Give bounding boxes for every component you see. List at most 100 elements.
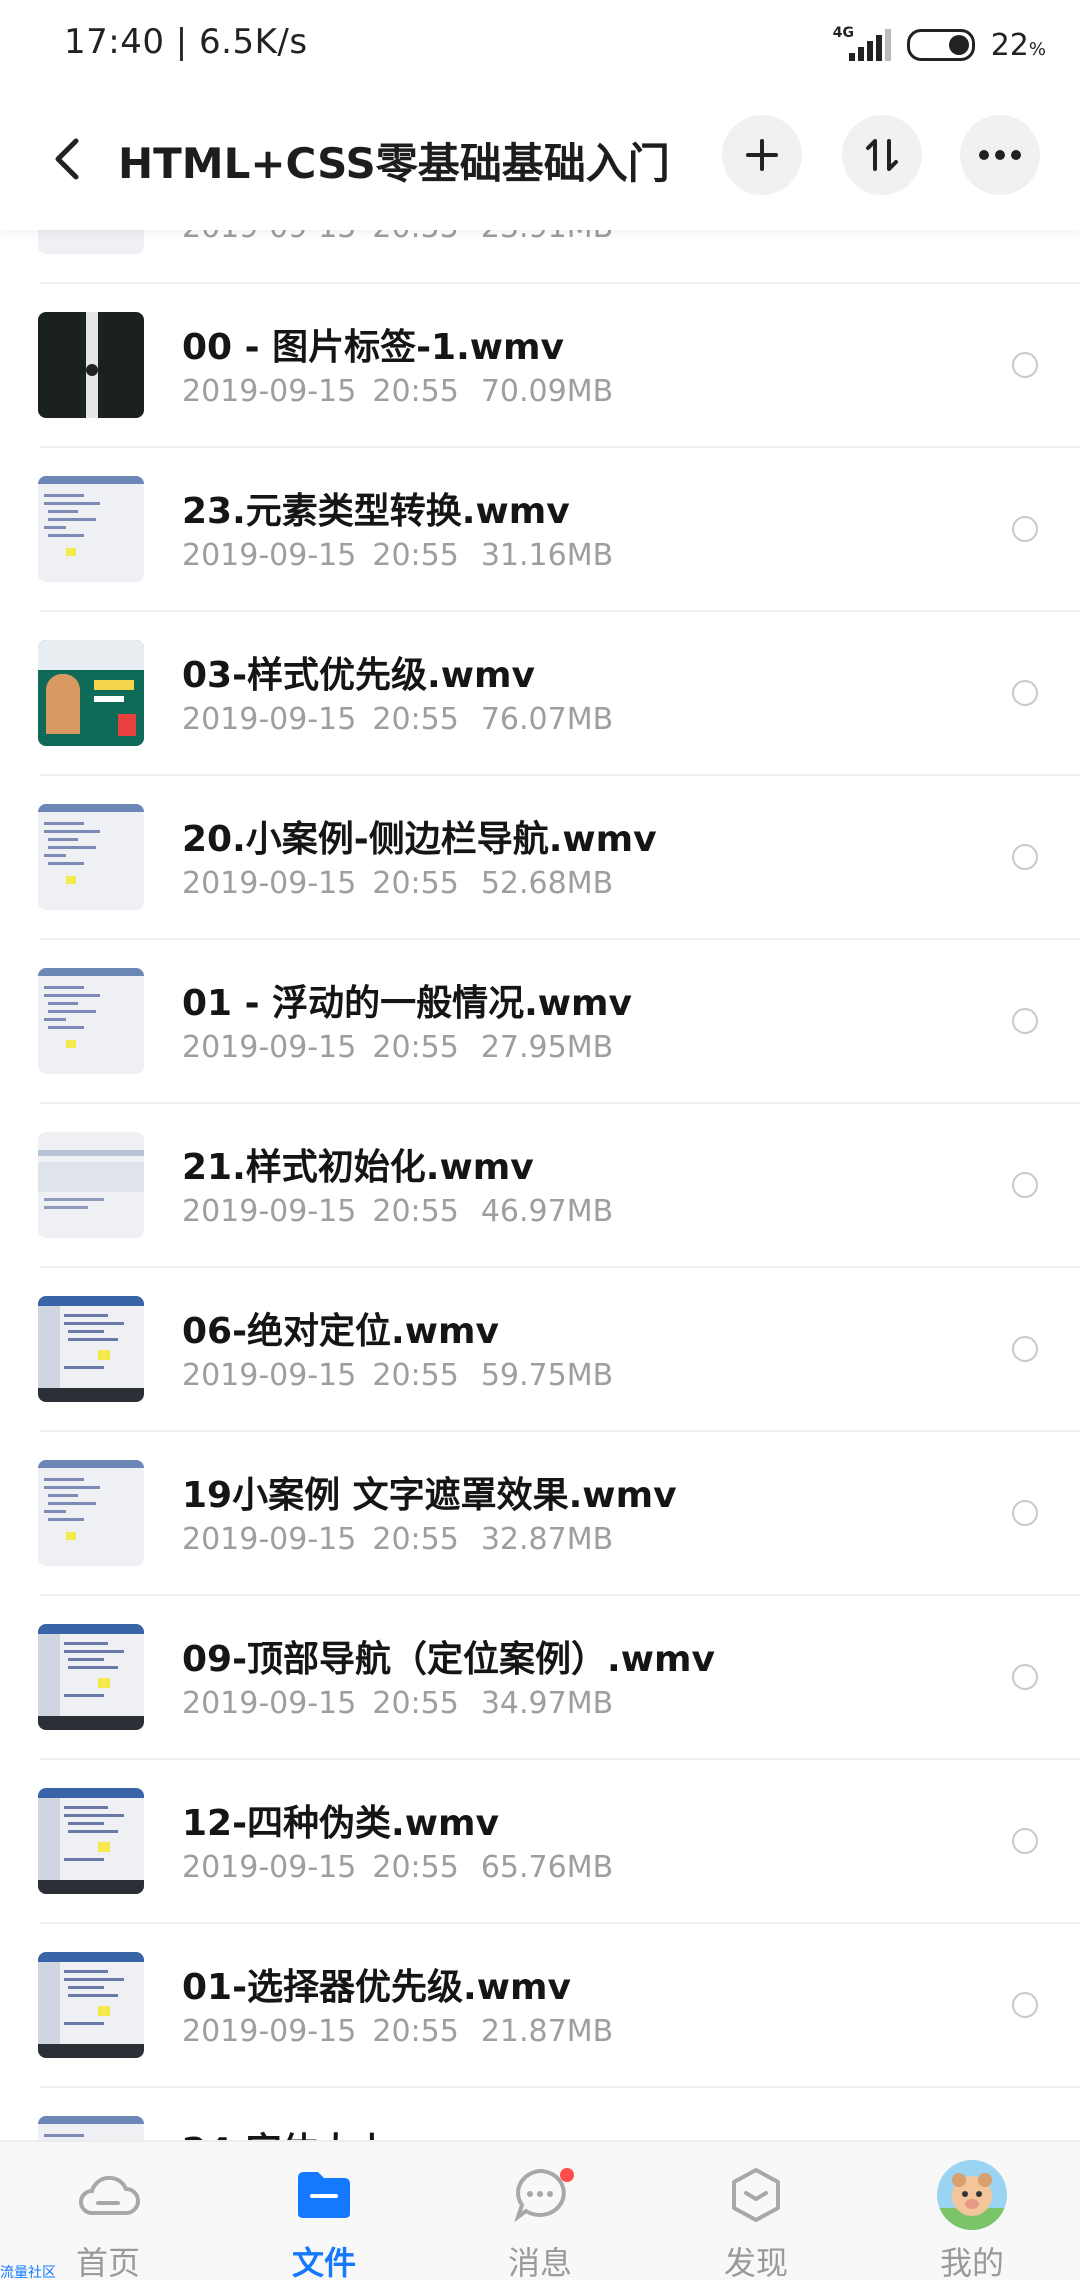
cloud-icon <box>73 2160 143 2230</box>
file-size: 31.16MB <box>480 538 614 573</box>
file-row[interactable]: 12-四种伪类.wmv 2019-09-15 20:55 65.76MB <box>0 1760 1080 1924</box>
file-size: 52.68MB <box>480 866 614 901</box>
video-thumbnail <box>38 1296 144 1402</box>
file-meta: 2019-09-15 20:55 34.97MB <box>182 1686 613 1721</box>
page-title: HTML+CSS零基础基础入门 <box>118 139 670 188</box>
file-meta: 2019-09-15 20:55 70.09MB <box>182 374 613 409</box>
file-meta: 2019-09-15 20:55 32.87MB <box>182 1522 613 1557</box>
file-time: 20:55 <box>372 1194 459 1229</box>
avatar-icon <box>937 2160 1007 2230</box>
video-thumbnail <box>38 1952 144 2058</box>
file-time: 20:55 <box>372 374 459 409</box>
more-icon <box>979 150 1021 160</box>
file-meta: 2019-09-15 20:55 21.87MB <box>182 2014 613 2049</box>
file-date: 2019-09-15 <box>182 702 357 737</box>
file-date: 2019-09-15 <box>182 1522 357 1557</box>
file-row[interactable]: 06-绝对定位.wmv 2019-09-15 20:55 59.75MB <box>0 1268 1080 1432</box>
tab-messages-label: 消息 <box>507 2244 572 2280</box>
file-name: 03-样式优先级.wmv <box>182 655 535 696</box>
file-size: 65.76MB <box>480 1850 614 1885</box>
file-row[interactable]: 01-选择器优先级.wmv 2019-09-15 20:55 21.87MB <box>0 1924 1080 2088</box>
sort-icon <box>866 139 898 171</box>
select-radio[interactable] <box>1012 352 1038 378</box>
video-thumbnail <box>38 312 144 418</box>
sort-button[interactable] <box>842 115 922 195</box>
file-date: 2019-09-15 <box>182 2014 357 2049</box>
video-thumbnail <box>38 2116 144 2140</box>
plus-icon <box>746 139 778 171</box>
signal-icon: 4G <box>829 25 891 65</box>
file-row[interactable]: 24.字体大小.wmv <box>0 2088 1080 2140</box>
tab-messages[interactable]: 消息 <box>432 2142 648 2280</box>
file-time: 20:55 <box>372 866 459 901</box>
file-name: 01 - 浮动的一般情况.wmv <box>182 983 633 1024</box>
file-name: 21.样式初始化.wmv <box>182 1147 534 1188</box>
tab-profile[interactable]: 我的 <box>864 2142 1080 2280</box>
notification-badge <box>560 2168 574 2182</box>
file-row[interactable]: 19小案例 文字遮罩效果.wmv 2019-09-15 20:55 32.87MB <box>0 1432 1080 1596</box>
chevron-left-icon <box>55 138 79 180</box>
add-button[interactable] <box>722 115 802 195</box>
file-size: 46.97MB <box>480 1194 614 1229</box>
file-time: 20:55 <box>372 1686 459 1721</box>
tab-files-label: 文件 <box>291 2244 356 2280</box>
file-name: 20.小案例-侧边栏导航.wmv <box>182 819 657 860</box>
back-button[interactable] <box>42 134 92 184</box>
select-radio[interactable] <box>1012 1828 1038 1854</box>
status-icons: 4G 22% <box>829 20 1046 70</box>
tab-profile-label: 我的 <box>939 2244 1004 2280</box>
file-size: 59.75MB <box>480 1358 614 1393</box>
folder-icon <box>289 2160 359 2230</box>
file-date: 2019-09-15 <box>182 866 357 901</box>
file-date: 2019-09-15 <box>182 1850 357 1885</box>
file-date: 2019-09-15 <box>182 374 357 409</box>
file-list: 2019-09-1520:5523.91MB00 - 图片标签-1.wmv201… <box>0 200 1080 2140</box>
watermark-text: 流量社区 <box>0 2265 56 2280</box>
file-meta: 2019-09-15 20:55 59.75MB <box>182 1358 613 1393</box>
tab-home[interactable]: 首页 <box>0 2142 216 2280</box>
more-button[interactable] <box>960 115 1040 195</box>
select-radio[interactable] <box>1012 1336 1038 1362</box>
file-row[interactable]: 01 - 浮动的一般情况.wmv 2019-09-15 20:55 27.95MB <box>0 940 1080 1104</box>
file-name: 01-选择器优先级.wmv <box>182 1967 571 2008</box>
select-radio[interactable] <box>1012 1992 1038 2018</box>
file-size: 70.09MB <box>480 374 614 409</box>
file-size: 21.87MB <box>480 2014 614 2049</box>
cube-icon <box>721 2160 791 2230</box>
file-row[interactable]: 03-样式优先级.wmv 2019-09-15 20:55 76.07MB <box>0 612 1080 776</box>
file-date: 2019-09-15 <box>182 1194 357 1229</box>
video-thumbnail <box>38 476 144 582</box>
select-radio[interactable] <box>1012 1008 1038 1034</box>
select-radio[interactable] <box>1012 1664 1038 1690</box>
status-bar: 17:40 | 6.5K/s 4G 22% <box>0 0 1080 90</box>
file-size: 34.97MB <box>480 1686 614 1721</box>
file-name: 19小案例 文字遮罩效果.wmv <box>182 1475 677 1516</box>
select-radio[interactable] <box>1012 516 1038 542</box>
file-row[interactable]: 09-顶部导航（定位案例）.wmv 2019-09-15 20:55 34.97MB <box>0 1596 1080 1760</box>
file-size: 27.95MB <box>480 1030 614 1065</box>
file-time: 20:55 <box>372 1030 459 1065</box>
file-name: 24.字体大小.wmv <box>182 2122 498 2140</box>
select-radio[interactable] <box>1012 1172 1038 1198</box>
battery-icon <box>906 29 975 61</box>
video-thumbnail <box>38 1788 144 1894</box>
file-date: 2019-09-15 <box>182 1030 357 1065</box>
file-meta: 2019-09-15 20:55 46.97MB <box>182 1194 613 1229</box>
file-row[interactable]: 20.小案例-侧边栏导航.wmv 2019-09-15 20:55 52.68MB <box>0 776 1080 940</box>
file-meta: 2019-09-15 20:55 27.95MB <box>182 1030 613 1065</box>
file-meta: 2019-09-15 20:55 76.07MB <box>182 702 613 737</box>
select-radio[interactable] <box>1012 844 1038 870</box>
file-row[interactable]: 21.样式初始化.wmv 2019-09-15 20:55 46.97MB <box>0 1104 1080 1268</box>
tab-files[interactable]: 文件 <box>216 2142 432 2280</box>
file-time: 20:55 <box>372 1522 459 1557</box>
file-size: 76.07MB <box>480 702 614 737</box>
select-radio[interactable] <box>1012 1500 1038 1526</box>
file-row[interactable]: 23.元素类型转换.wmv 2019-09-15 20:55 31.16MB <box>0 448 1080 612</box>
video-thumbnail <box>38 968 144 1074</box>
select-radio[interactable] <box>1012 680 1038 706</box>
file-row[interactable]: 00 - 图片标签-1.wmv 2019-09-15 20:55 70.09MB <box>0 284 1080 448</box>
tab-discover[interactable]: 发现 <box>648 2142 864 2280</box>
bottom-nav: 首页 文件 消息 发现 我的 <box>0 2140 1080 2280</box>
file-meta: 2019-09-15 20:55 52.68MB <box>182 866 613 901</box>
file-name: 09-顶部导航（定位案例）.wmv <box>182 1639 715 1680</box>
